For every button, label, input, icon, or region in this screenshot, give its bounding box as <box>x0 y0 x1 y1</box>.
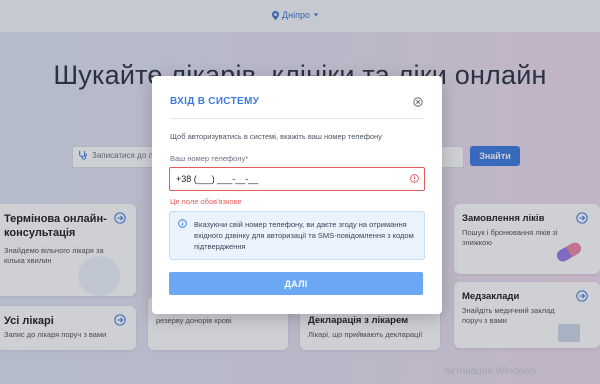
divider <box>170 118 424 119</box>
phone-value: +38 (___) ___-__-__ <box>176 174 259 184</box>
info-icon <box>178 219 187 228</box>
close-circle-icon[interactable] <box>413 97 423 107</box>
warning-icon <box>410 174 419 183</box>
next-button[interactable]: ДАЛІ <box>169 272 423 295</box>
info-text: Вказуючи свій номер телефону, ви даєте з… <box>194 220 414 251</box>
phone-error: Це поле обов'язкове <box>170 197 242 206</box>
modal-title: ВХІД В СИСТЕМУ <box>170 96 260 107</box>
login-modal: ВХІД В СИСТЕМУ Щоб авторизуватись в сист… <box>152 76 442 314</box>
modal-description: Щоб авторизуватись в системі, вкажіть ва… <box>170 132 382 141</box>
phone-label: Ваш номер телефону* <box>170 154 249 163</box>
